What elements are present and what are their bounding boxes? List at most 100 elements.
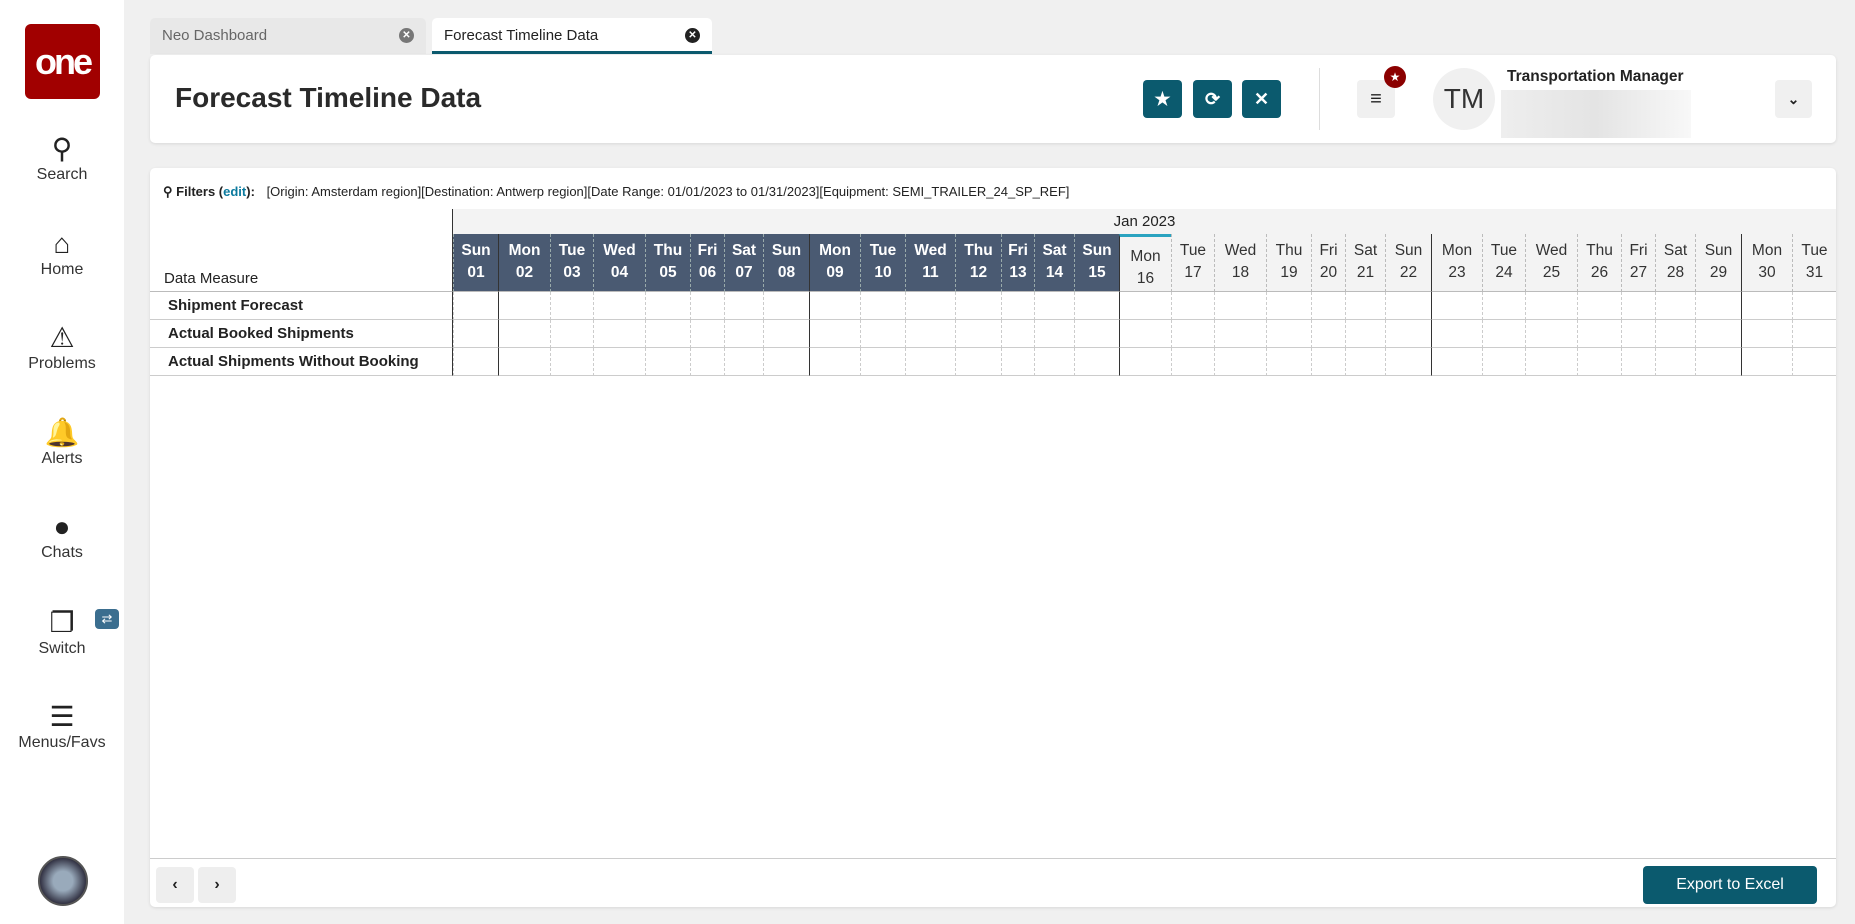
grid-cell[interactable] (1621, 348, 1655, 376)
grid-cell[interactable] (1741, 348, 1792, 376)
grid-cell[interactable] (1695, 292, 1741, 320)
grid-cell[interactable] (1621, 292, 1655, 320)
grid-cell[interactable] (724, 320, 763, 348)
grid-cell[interactable] (905, 348, 955, 376)
grid-cell[interactable] (1525, 348, 1577, 376)
prev-page-button[interactable]: ‹ (156, 867, 194, 903)
grid-cell[interactable] (955, 348, 1001, 376)
grid-cell[interactable] (1482, 292, 1525, 320)
grid-cell[interactable] (1214, 348, 1266, 376)
grid-cell[interactable] (550, 292, 593, 320)
grid-cell[interactable] (1171, 320, 1214, 348)
grid-cell[interactable] (453, 320, 498, 348)
close-tab-icon[interactable]: ✕ (399, 28, 414, 43)
next-page-button[interactable]: › (198, 867, 236, 903)
grid-cell[interactable] (1655, 292, 1695, 320)
grid-cell[interactable] (1171, 292, 1214, 320)
grid-cell[interactable] (724, 292, 763, 320)
grid-cell[interactable] (1001, 348, 1034, 376)
grid-cell[interactable] (1577, 348, 1621, 376)
sidebar-item-menus[interactable]: ☰ Menus/Favs (0, 700, 124, 752)
grid-cell[interactable] (1001, 320, 1034, 348)
filters-edit-link[interactable]: edit (223, 184, 246, 199)
refresh-button[interactable]: ⟳ (1193, 80, 1232, 118)
grid-cell[interactable] (860, 292, 905, 320)
grid-cell[interactable] (1266, 292, 1311, 320)
grid-cell[interactable] (809, 292, 860, 320)
grid-cell[interactable] (1792, 292, 1836, 320)
grid-cell[interactable] (550, 320, 593, 348)
grid-cell[interactable] (593, 320, 645, 348)
grid-cell[interactable] (1311, 320, 1345, 348)
grid-cell[interactable] (1034, 320, 1074, 348)
favorite-button[interactable]: ★ (1143, 80, 1182, 118)
grid-cell[interactable] (645, 292, 690, 320)
grid-cell[interactable] (763, 348, 809, 376)
grid-cell[interactable] (1266, 320, 1311, 348)
grid-cell[interactable] (1074, 320, 1119, 348)
export-to-excel-button[interactable]: Export to Excel (1643, 866, 1817, 904)
grid-cell[interactable] (1385, 320, 1431, 348)
grid-cell[interactable] (1385, 348, 1431, 376)
grid-cell[interactable] (809, 320, 860, 348)
grid-cell[interactable] (1621, 320, 1655, 348)
close-button[interactable]: ✕ (1242, 80, 1281, 118)
grid-cell[interactable] (1431, 292, 1482, 320)
sidebar-item-alerts[interactable]: 🔔 Alerts (0, 416, 124, 468)
user-dropdown-chevron-down-icon[interactable]: ⌄ (1775, 80, 1812, 118)
grid-cell[interactable] (1311, 292, 1345, 320)
grid-cell[interactable] (593, 292, 645, 320)
grid-cell[interactable] (1577, 292, 1621, 320)
grid-cell[interactable] (1034, 348, 1074, 376)
grid-cell[interactable] (690, 292, 724, 320)
grid-cell[interactable] (1792, 348, 1836, 376)
grid-cell[interactable] (1214, 320, 1266, 348)
grid-cell[interactable] (1074, 348, 1119, 376)
grid-cell[interactable] (1034, 292, 1074, 320)
grid-cell[interactable] (1482, 348, 1525, 376)
close-tab-icon[interactable]: ✕ (685, 28, 700, 43)
one-logo[interactable]: one (25, 24, 100, 99)
grid-cell[interactable] (955, 320, 1001, 348)
grid-cell[interactable] (1119, 292, 1171, 320)
grid-cell[interactable] (1525, 320, 1577, 348)
grid-cell[interactable] (1577, 320, 1621, 348)
user-avatar[interactable]: TM (1433, 68, 1495, 130)
grid-cell[interactable] (1171, 348, 1214, 376)
grid-cell[interactable] (453, 348, 498, 376)
grid-cell[interactable] (453, 292, 498, 320)
favorites-star-badge-icon[interactable]: ★ (1384, 66, 1406, 88)
grid-cell[interactable] (1385, 292, 1431, 320)
grid-cell[interactable] (763, 292, 809, 320)
grid-cell[interactable] (905, 292, 955, 320)
grid-cell[interactable] (1074, 292, 1119, 320)
grid-cell[interactable] (1214, 292, 1266, 320)
grid-cell[interactable] (690, 320, 724, 348)
grid-cell[interactable] (1695, 348, 1741, 376)
sidebar-item-search[interactable]: ⚲ Search (0, 132, 124, 184)
grid-cell[interactable] (1266, 348, 1311, 376)
grid-cell[interactable] (1119, 320, 1171, 348)
grid-cell[interactable] (1431, 320, 1482, 348)
grid-cell[interactable] (498, 348, 550, 376)
sidebar-item-problems[interactable]: ⚠ Problems (0, 321, 124, 373)
grid-cell[interactable] (1431, 348, 1482, 376)
grid-cell[interactable] (645, 320, 690, 348)
grid-cell[interactable] (498, 320, 550, 348)
tab-forecast-timeline[interactable]: Forecast Timeline Data ✕ (432, 18, 712, 54)
grid-cell[interactable] (1001, 292, 1034, 320)
switch-badge-icon[interactable]: ⇄ (95, 609, 119, 629)
grid-cell[interactable] (690, 348, 724, 376)
grid-cell[interactable] (1345, 348, 1385, 376)
grid-cell[interactable] (1345, 292, 1385, 320)
sidebar-item-chats[interactable]: ● Chats (0, 510, 124, 562)
grid-cell[interactable] (1655, 348, 1695, 376)
grid-cell[interactable] (860, 348, 905, 376)
grid-cell[interactable] (498, 292, 550, 320)
grid-cell[interactable] (809, 348, 860, 376)
grid-cell[interactable] (860, 320, 905, 348)
grid-cell[interactable] (1119, 348, 1171, 376)
grid-cell[interactable] (1695, 320, 1741, 348)
grid-cell[interactable] (1741, 292, 1792, 320)
assistant-avatar[interactable] (38, 856, 88, 906)
